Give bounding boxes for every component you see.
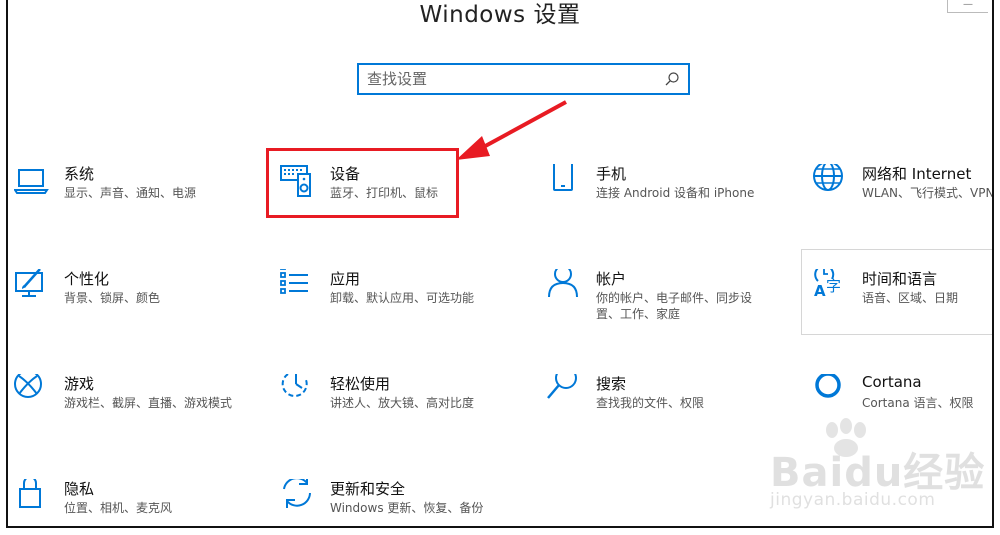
tile-name: 时间和语言 — [862, 270, 938, 288]
tile-name: 帐户 — [596, 270, 627, 288]
tile-name: 系统 — [64, 165, 95, 183]
tile-desc: Windows 更新、恢复、备份 — [330, 501, 484, 515]
lock-icon — [19, 479, 41, 508]
tile-name: 隐私 — [64, 480, 95, 498]
tile-network[interactable]: 网络和 Internet WLAN、飞行模式、VPN — [812, 164, 994, 244]
tile-desc: 讲述人、放大镜、高对比度 — [330, 396, 475, 410]
xbox-icon — [14, 374, 42, 398]
tile-name: Cortana — [862, 373, 922, 391]
tile-desc: 连接 Android 设备和 iPhone — [596, 186, 755, 200]
tile-name: 网络和 Internet — [862, 165, 972, 183]
update-icon — [283, 479, 311, 508]
tile-name: 游戏 — [64, 375, 95, 393]
tile-time-language[interactable]: A 字 时间和语言 语音、区域、日期 — [812, 269, 992, 349]
tile-name: 更新和安全 — [330, 480, 406, 498]
tile-desc: 查找我的文件、权限 — [596, 396, 705, 410]
tile-name: 搜索 — [596, 375, 627, 393]
tile-desc: 你的帐户、电子邮件、同步设置、工作、家庭 — [596, 291, 753, 321]
tile-name: 轻松使用 — [330, 375, 391, 393]
tile-desc: WLAN、飞行模式、VPN — [862, 186, 994, 200]
search-box[interactable] — [357, 63, 690, 95]
personalization-icon — [15, 269, 43, 297]
tile-accounts[interactable]: 帐户 你的帐户、电子邮件、同步设置、工作、家庭 — [546, 269, 796, 349]
laptop-icon — [14, 169, 49, 194]
tile-ease-of-access[interactable]: 轻松使用 讲述人、放大镜、高对比度 — [280, 374, 530, 454]
person-icon — [548, 269, 578, 298]
tile-desc: Cortana 语言、权限 — [862, 396, 974, 410]
tile-privacy[interactable]: 隐私 位置、相机、麦克风 — [14, 479, 264, 526]
watermark: Baidu经验 jingyan.baidu.com — [750, 418, 990, 526]
tile-desc: 语音、区域、日期 — [862, 291, 959, 305]
search-icon[interactable] — [664, 71, 680, 87]
globe-icon — [813, 164, 843, 191]
svg-text:字: 字 — [826, 277, 841, 295]
search-input[interactable] — [367, 69, 657, 89]
search-icon — [547, 374, 577, 399]
tile-desc: 显示、声音、通知、电源 — [64, 186, 197, 200]
tile-name: 应用 — [330, 270, 361, 288]
tile-desc: 游戏栏、截屏、直播、游戏模式 — [64, 396, 233, 410]
ease-of-access-icon — [281, 374, 308, 397]
tile-system[interactable]: 系统 显示、声音、通知、电源 — [14, 164, 264, 244]
time-language-icon: A 字 — [814, 269, 841, 300]
apps-list-icon — [280, 269, 308, 294]
watermark-url: jingyan.baidu.com — [770, 490, 936, 510]
phone-icon — [553, 164, 573, 191]
tile-phone[interactable]: 手机 连接 Android 设备和 iPhone — [546, 164, 796, 244]
cortana-icon — [815, 374, 841, 398]
tile-desc: 卸载、默认应用、可选功能 — [330, 291, 475, 305]
tile-desc: 背景、锁屏、颜色 — [64, 291, 161, 305]
tile-personalization[interactable]: 个性化 背景、锁屏、颜色 — [14, 269, 264, 349]
tile-apps[interactable]: 应用 卸载、默认应用、可选功能 — [280, 269, 530, 349]
tile-desc: 位置、相机、麦克风 — [64, 501, 173, 515]
tile-gaming[interactable]: 游戏 游戏栏、截屏、直播、游戏模式 — [14, 374, 264, 454]
svg-text:A: A — [814, 282, 826, 300]
tile-update-security[interactable]: 更新和安全 Windows 更新、恢复、备份 — [280, 479, 530, 526]
tile-name: 个性化 — [64, 270, 110, 288]
annotation-highlight-box — [266, 148, 459, 218]
settings-window: — Windows 设置 系统 显示、声音、通知、电源 设备 蓝牙、 — [6, 0, 994, 528]
annotation-arrow-icon — [456, 100, 567, 160]
page-title: Windows 设置 — [419, 2, 581, 28]
tile-name: 手机 — [596, 165, 627, 183]
